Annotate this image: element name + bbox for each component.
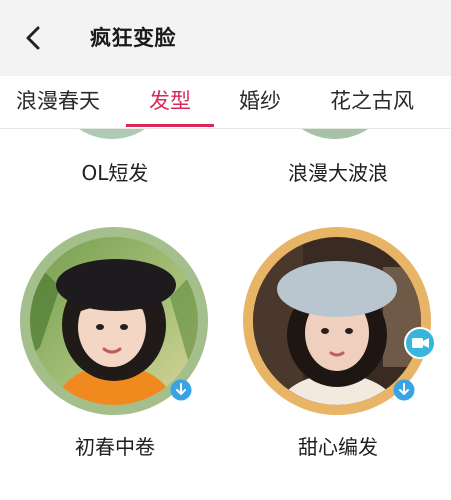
download-icon[interactable] [393, 379, 415, 401]
tab-ancient-style[interactable]: 花之古风 [320, 76, 424, 128]
hairstyle-grid: OL短发 浪漫大波浪 初春中卷 甜心编发 [0, 129, 451, 500]
tab-romantic-spring[interactable]: 浪漫春天 [8, 76, 108, 128]
page-title: 疯狂变脸 [90, 26, 176, 50]
app-header: 疯狂变脸 [0, 0, 451, 76]
chevron-left-icon[interactable] [20, 22, 48, 54]
style-card-early-spring-curls[interactable]: 初春中卷 [15, 129, 215, 499]
style-label: 甜心编发 [298, 435, 378, 459]
tab-wedding-dress[interactable]: 婚纱 [232, 76, 288, 128]
download-icon[interactable] [170, 379, 192, 401]
active-tab-indicator [126, 124, 214, 127]
tab-hairstyle[interactable]: 发型 [126, 76, 214, 128]
style-label: 初春中卷 [75, 435, 155, 459]
style-card-sweetheart-braid[interactable]: 甜心编发 [238, 129, 438, 499]
video-icon[interactable] [404, 327, 436, 359]
category-tabs: 浪漫春天 发型 婚纱 花之古风 [0, 76, 451, 129]
